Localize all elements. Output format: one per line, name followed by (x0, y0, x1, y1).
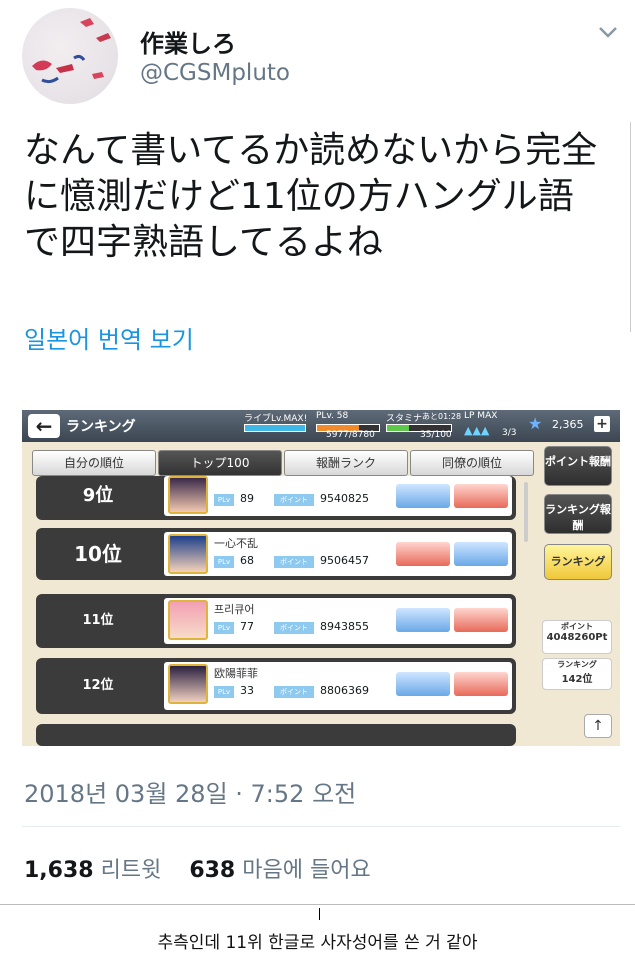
tweet-text: なんて書いてるか読めないから完全 に憶測だけど11位の方ハングル語 で四字熟語し… (24, 128, 624, 266)
rank-number: 10位 (74, 542, 122, 566)
caption-text: 추측인데 11위 한글로 사자성어를 쓴 거 같아 (157, 933, 478, 953)
player-card: 欧陽菲菲 PLv 33 ポイント 8806369 (164, 662, 512, 710)
tweet-stats: 1,638 리트윗 638 마음에 들어요 (24, 852, 371, 884)
chevron-down-icon[interactable] (596, 22, 620, 42)
divider (22, 826, 620, 827)
plv-label: PLv. 58 (316, 411, 349, 421)
ranking-row-partial (36, 724, 516, 746)
like-count[interactable]: 638 (189, 858, 235, 883)
player-card: 프리큐어 PLv 77 ポイント 8943855 (164, 598, 512, 644)
plus-icon: + (594, 416, 610, 432)
stamina-label: スタミナ (386, 414, 423, 424)
player-avatar (168, 476, 208, 514)
unit-badge (454, 672, 508, 696)
handle[interactable]: @CGSMpluto (140, 60, 290, 86)
rank-number: 12位 (82, 678, 114, 693)
stamina-value: 35/100 (420, 430, 452, 440)
live-label: ライブLv.MAX! (244, 414, 308, 424)
my-points: 4048260Pt (546, 632, 608, 643)
tweet-timestamp[interactable]: 2018년 03월 28일 · 7:52 오전 (24, 774, 356, 809)
my-rank: 142位 (561, 674, 593, 685)
point-reward-button[interactable]: ポイント報酬 (544, 446, 612, 486)
text-cursor (319, 908, 320, 920)
unit-badge (454, 484, 508, 508)
translate-link[interactable]: 일본어 번역 보기 (24, 320, 194, 355)
tab-colleague-rank[interactable]: 同僚の順位 (410, 450, 534, 476)
unit-badge (454, 608, 508, 632)
coin-count: 2,365 (552, 418, 584, 431)
ranking-reward-button[interactable]: ランキング報酬 (544, 494, 612, 534)
my-rank-box: ランキング 142位 (542, 658, 612, 690)
plv-value: 5977/8780 (326, 430, 375, 440)
unit-badge (396, 484, 450, 508)
points-tag: ポイント (274, 494, 314, 506)
lp-label: LP MAX (464, 411, 498, 421)
game-title: ランキング (66, 419, 136, 435)
player-card: PLv 89 ポイント 9540825 (164, 476, 512, 516)
scroll-up-icon[interactable]: ↑ (584, 714, 612, 738)
player-level: 89 (240, 492, 254, 505)
like-label[interactable]: 마음에 들어요 (242, 858, 370, 883)
game-top-bar: ← ランキング ライブLv.MAX! PLv. 58 5977/8780 スタミ… (22, 410, 620, 442)
player-avatar (168, 534, 208, 574)
game-screenshot[interactable]: ← ランキング ライブLv.MAX! PLv. 58 5977/8780 スタミ… (22, 410, 620, 746)
tab-my-rank[interactable]: 自分の順位 (32, 450, 156, 476)
player-name: 프리큐어 (214, 603, 255, 616)
player-avatar (168, 600, 208, 640)
points-tag: ポイント (274, 556, 314, 568)
star-icon: ★ (528, 414, 543, 433)
player-points: 8806369 (320, 684, 369, 697)
unit-badge (454, 542, 508, 566)
retweet-label[interactable]: 리트윗 (101, 858, 162, 883)
scrollbar[interactable] (524, 482, 528, 542)
ranking-row[interactable]: 11位 프리큐어 PLv 77 ポイント 8943855 (36, 594, 516, 648)
ranking-row[interactable]: 10位 一心不乱 PLv 68 ポイント 9506457 (36, 528, 516, 580)
my-points-label: ポイント (561, 622, 593, 631)
lp-icon: ▲▲▲ (464, 424, 490, 437)
plv-tag: PLv (214, 686, 234, 698)
my-points-box: ポイント 4048260Pt (542, 620, 612, 654)
caption-divider (0, 904, 635, 905)
player-points: 9506457 (320, 554, 369, 567)
display-name[interactable]: 作業しろ (140, 24, 236, 59)
tweet-line: に憶測だけど11位の方ハングル語 (24, 176, 574, 217)
live-bar (244, 424, 306, 432)
points-tag: ポイント (274, 686, 314, 698)
ranking-button[interactable]: ランキング (544, 544, 612, 580)
points-tag: ポイント (274, 622, 314, 634)
player-points: 9540825 (320, 492, 369, 505)
avatar[interactable] (22, 8, 118, 104)
unit-badge (396, 542, 450, 566)
player-level: 77 (240, 620, 254, 633)
unit-badge (396, 608, 450, 632)
player-name: 一心不乱 (214, 537, 258, 550)
lp-value: 3/3 (502, 428, 517, 438)
player-avatar (168, 664, 208, 704)
tweet-line: なんて書いてるか読めないから完全 (24, 130, 598, 171)
tab-reward-rank[interactable]: 報酬ランク (284, 450, 408, 476)
rank-number: 11位 (82, 613, 114, 628)
ranking-row[interactable]: 12位 欧陽菲菲 PLv 33 ポイント 8806369 (36, 658, 516, 714)
ranking-row[interactable]: 9位 PLv 89 ポイント 9540825 (36, 476, 516, 520)
back-arrow-icon: ← (28, 414, 60, 438)
plv-tag: PLv (214, 556, 234, 568)
retweet-count[interactable]: 1,638 (24, 858, 94, 883)
tweet-line: で四字熟語してるよね (24, 222, 383, 263)
stamina-time: あと01:28 (422, 412, 462, 421)
plv-tag: PLv (214, 494, 234, 506)
rank-number: 9位 (82, 485, 114, 506)
player-level: 68 (240, 554, 254, 567)
unit-badge (396, 672, 450, 696)
plv-tag: PLv (214, 622, 234, 634)
tab-top100[interactable]: トップ100 (158, 450, 282, 476)
player-card: 一心不乱 PLv 68 ポイント 9506457 (164, 532, 512, 576)
player-level: 33 (240, 684, 254, 697)
player-name: 欧陽菲菲 (214, 667, 258, 680)
player-points: 8943855 (320, 620, 369, 633)
my-rank-label: ランキング (557, 660, 597, 669)
scroll-edge (630, 122, 635, 332)
